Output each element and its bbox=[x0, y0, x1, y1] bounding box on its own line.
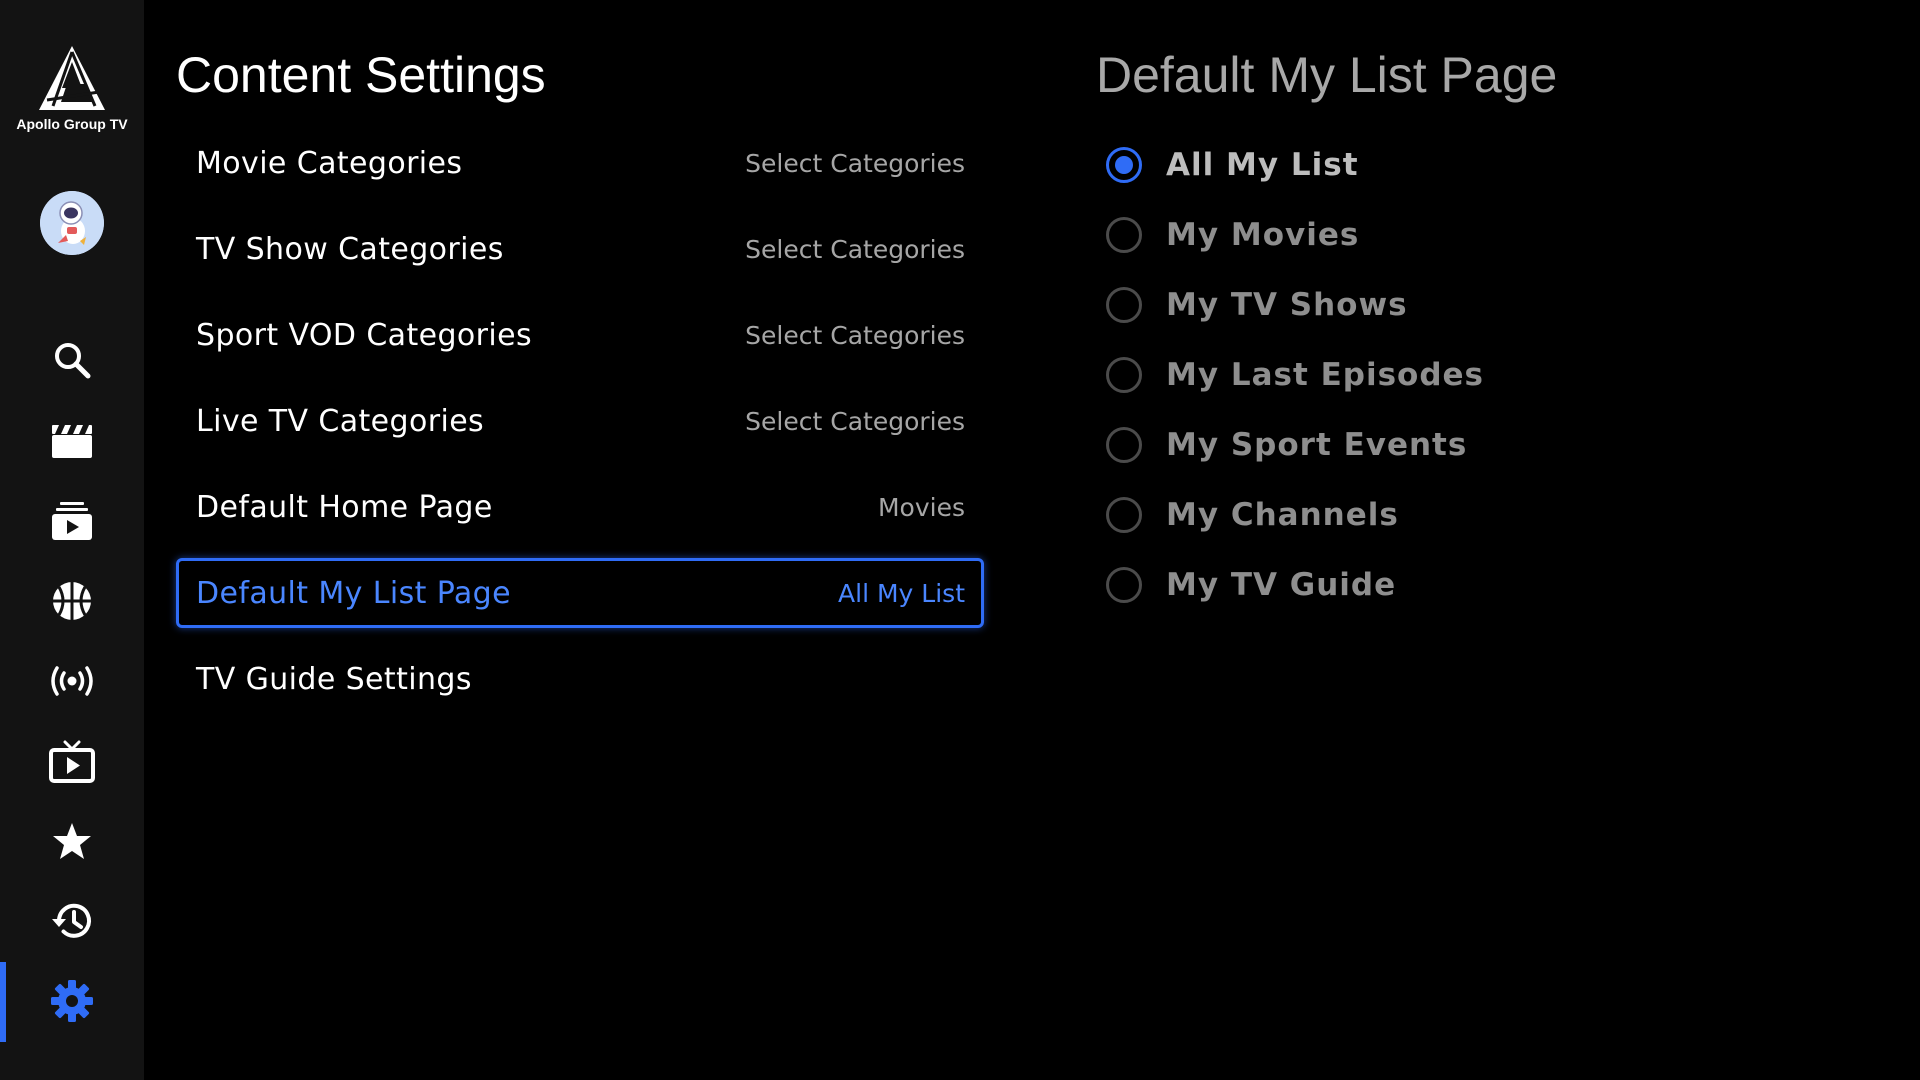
sidebar-item-history[interactable] bbox=[0, 891, 144, 951]
radio-button[interactable] bbox=[1106, 497, 1142, 533]
sidebar-item-movies[interactable] bbox=[0, 411, 144, 471]
radio-option-my-tv-guide[interactable]: My TV Guide bbox=[1106, 560, 1396, 610]
setting-row-live-tv-categories[interactable]: Live TV Categories Select Categories bbox=[176, 386, 984, 456]
sidebar-item-search[interactable] bbox=[0, 330, 144, 390]
sidebar-item-live-tv[interactable] bbox=[0, 651, 144, 711]
radio-option-label: My Movies bbox=[1166, 217, 1360, 253]
radio-option-my-channels[interactable]: My Channels bbox=[1106, 490, 1399, 540]
setting-label: Live TV Categories bbox=[196, 403, 485, 439]
clapperboard-icon bbox=[52, 425, 92, 458]
setting-row-tv-guide-settings[interactable]: TV Guide Settings bbox=[176, 644, 984, 714]
page-title: Content Settings bbox=[176, 47, 546, 103]
sidebar-item-tv-guide[interactable] bbox=[0, 732, 144, 792]
setting-row-default-my-list-page[interactable]: Default My List Page All My List bbox=[176, 558, 984, 628]
radio-option-label: All My List bbox=[1166, 147, 1359, 183]
radio-option-my-movies[interactable]: My Movies bbox=[1106, 210, 1359, 260]
radio-button[interactable] bbox=[1106, 567, 1142, 603]
astronaut-avatar-icon bbox=[40, 191, 104, 255]
setting-label: Default Home Page bbox=[196, 489, 493, 525]
active-indicator bbox=[0, 962, 6, 1042]
history-icon bbox=[52, 903, 91, 938]
radio-button[interactable] bbox=[1106, 217, 1142, 253]
basketball-icon bbox=[53, 582, 91, 620]
setting-label: Default My List Page bbox=[196, 575, 511, 611]
app-logo: Apollo Group TV bbox=[0, 44, 144, 132]
radio-option-label: My TV Guide bbox=[1166, 567, 1397, 603]
sidebar: Apollo Group TV bbox=[0, 0, 144, 1080]
setting-row-sport-vod-categories[interactable]: Sport VOD Categories Select Categories bbox=[176, 300, 984, 370]
radio-option-label: My Last Episodes bbox=[1166, 357, 1484, 393]
setting-value: Select Categories bbox=[745, 148, 965, 178]
search-icon bbox=[55, 343, 91, 379]
setting-value: All My List bbox=[838, 578, 965, 608]
setting-label: TV Show Categories bbox=[196, 231, 504, 267]
gear-icon bbox=[51, 980, 93, 1022]
app-root: Apollo Group TV Content Settings Movie C… bbox=[0, 0, 1920, 1080]
sidebar-item-sports[interactable] bbox=[0, 571, 144, 631]
radio-button[interactable] bbox=[1106, 427, 1142, 463]
radio-option-my-tv-shows[interactable]: My TV Shows bbox=[1106, 280, 1408, 330]
setting-row-movie-categories[interactable]: Movie Categories Select Categories bbox=[176, 128, 984, 198]
star-icon bbox=[53, 823, 91, 859]
panel-title: Default My List Page bbox=[1096, 47, 1558, 103]
broadcast-icon bbox=[51, 666, 93, 696]
radio-option-my-last-episodes[interactable]: My Last Episodes bbox=[1106, 350, 1484, 400]
sidebar-item-favorites[interactable] bbox=[0, 811, 144, 871]
setting-value: Select Categories bbox=[745, 320, 965, 350]
radio-button[interactable] bbox=[1106, 357, 1142, 393]
radio-option-label: My TV Shows bbox=[1166, 287, 1408, 323]
radio-button[interactable] bbox=[1106, 287, 1142, 323]
setting-value: Movies bbox=[877, 492, 965, 522]
radio-option-my-sport-events[interactable]: My Sport Events bbox=[1106, 420, 1467, 470]
setting-value: Select Categories bbox=[745, 234, 965, 264]
radio-button-checked[interactable] bbox=[1106, 147, 1142, 183]
setting-value: Select Categories bbox=[745, 406, 965, 436]
sidebar-item-tv-shows[interactable] bbox=[0, 491, 144, 551]
app-name: Apollo Group TV bbox=[16, 116, 128, 132]
setting-label: Sport VOD Categories bbox=[196, 317, 533, 353]
apollo-logo-icon bbox=[39, 46, 105, 110]
radio-option-label: My Sport Events bbox=[1166, 427, 1468, 463]
sidebar-item-settings[interactable] bbox=[0, 962, 144, 1042]
setting-row-tv-show-categories[interactable]: TV Show Categories Select Categories bbox=[176, 214, 984, 284]
tv-play-icon bbox=[49, 740, 95, 783]
setting-row-default-home-page[interactable]: Default Home Page Movies bbox=[176, 472, 984, 542]
avatar[interactable] bbox=[40, 191, 104, 255]
radio-option-all-my-list[interactable]: All My List bbox=[1106, 140, 1359, 190]
radio-option-label: My Channels bbox=[1166, 497, 1399, 533]
setting-label: Movie Categories bbox=[196, 145, 463, 181]
setting-label: TV Guide Settings bbox=[196, 661, 472, 697]
playlist-play-icon bbox=[52, 502, 92, 540]
